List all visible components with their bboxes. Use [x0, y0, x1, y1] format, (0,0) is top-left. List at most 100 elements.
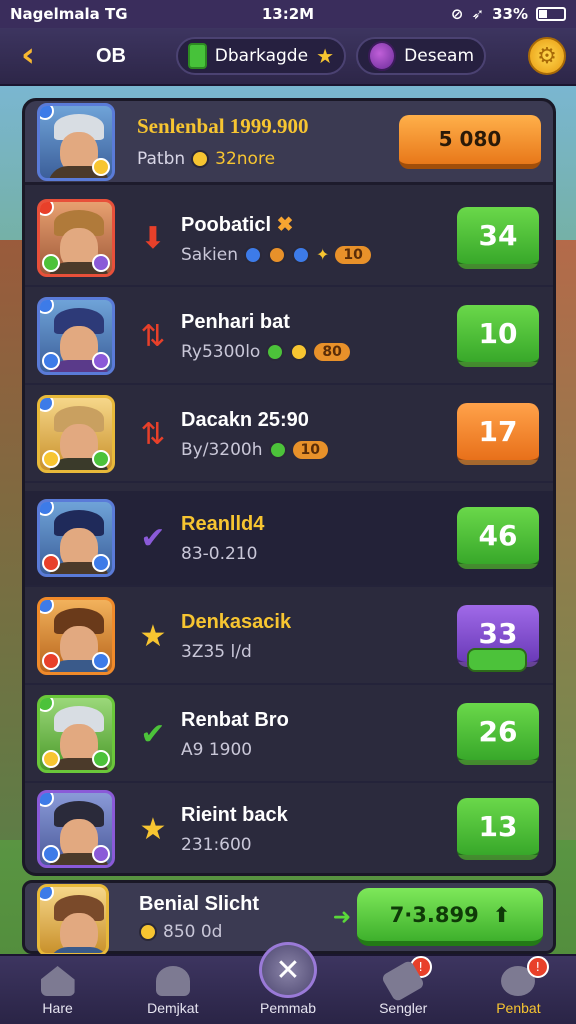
score-button[interactable]: 34 [457, 207, 539, 269]
player-sub-text: By/3200h [181, 439, 263, 460]
player-row[interactable]: ⇅ Dacakn 25:90 By/3200h 10 17 [25, 387, 553, 483]
arrow-right-icon: ➜ [332, 904, 351, 930]
player-avatar[interactable] [37, 499, 115, 577]
player-avatar[interactable] [37, 199, 115, 277]
player-sub: 3Z35 l/d [181, 642, 457, 662]
star-icon: ✦ [316, 245, 330, 264]
player-avatar[interactable] [37, 395, 115, 473]
nav-label: Sengler [379, 1000, 428, 1016]
score-value: 33 [478, 617, 518, 650]
pill-1-label: Dbarkagde [214, 46, 309, 66]
badge-icon [40, 300, 54, 314]
badge-icon [42, 845, 60, 863]
player-tag: 10 [292, 440, 328, 459]
player-name: Reanlld4 [181, 512, 265, 535]
badge-icon [40, 398, 54, 412]
nav-item-profile[interactable]: Demjkat [115, 956, 230, 1024]
player-name: Poobaticl ✖ [181, 213, 294, 236]
signal-icon: ⊘ [450, 5, 464, 23]
status-icons: ⊘ ➶ 33% [381, 5, 566, 23]
battery-icon [535, 7, 566, 21]
player-row[interactable]: ⇅ Penhari bat Ry5300lo 80 10 [25, 289, 553, 385]
player-sub: Ry5300lo 80 [181, 342, 457, 362]
coin-icon [139, 922, 157, 941]
player-avatar[interactable] [37, 790, 115, 868]
badge-icon [42, 750, 60, 768]
header-action-button[interactable]: 5 080 [399, 114, 541, 169]
player-sub: By/3200h 10 [181, 440, 457, 460]
header-name: Senlenbal 1999.900 [137, 114, 309, 138]
battery-percent: 33% [492, 5, 528, 23]
header-sub-label: Patbn [137, 149, 186, 169]
nav-item-tools[interactable]: ! Sengler [346, 956, 461, 1024]
currency-pill-gems[interactable]: Dbarkagde ★ [176, 37, 346, 75]
nav-label: Demjkat [147, 1000, 199, 1016]
chevron-left-icon: ‹ [20, 35, 35, 75]
leaderboard-panel: Senlenbal 1999.900 Patbn 32nore 5 080 ⬇ … [22, 98, 556, 876]
self-sub: 850 0d [139, 922, 333, 942]
player-name: Denkasacik [181, 610, 292, 633]
nav-label: Pemmab [259, 1000, 317, 1016]
coin-icon [292, 245, 311, 264]
nav-item-chat[interactable]: ! Penbat [461, 956, 576, 1024]
player-avatar[interactable] [37, 597, 115, 675]
player-info: Rieint back 231:600 [173, 804, 457, 855]
coin-icon [290, 342, 309, 361]
badge-icon [92, 450, 110, 468]
score-button[interactable]: 33 [457, 605, 539, 672]
currency-pill-season[interactable]: Deseam [356, 37, 486, 75]
badge-icon [92, 845, 110, 863]
player-avatar[interactable] [37, 297, 115, 375]
person-icon [155, 966, 190, 996]
player-sub: A9 1900 [181, 740, 457, 760]
orb-icon [368, 41, 397, 71]
notification-badge: ! [526, 956, 549, 978]
star-icon: ★ [139, 618, 167, 654]
player-row[interactable]: ✔ Reanlld4 83-0.210 46 [25, 491, 553, 587]
nav-label: Hare [42, 1000, 73, 1016]
settings-button[interactable]: ⚙ [528, 37, 566, 75]
location-icon: ➶ [471, 5, 485, 23]
coin-icon [268, 245, 287, 264]
star-icon: ★ [316, 44, 334, 68]
badge-icon [92, 157, 110, 176]
back-button[interactable]: ‹ [10, 38, 46, 74]
player-row[interactable]: ★ Denkasacik 3Z35 l/d 33 [25, 589, 553, 685]
badge-icon [40, 202, 54, 216]
badge-icon [92, 352, 110, 370]
gear-icon: ⚙ [537, 43, 557, 69]
background-scenery-left [0, 240, 24, 840]
player-row[interactable]: ★ Rieint back 231:600 13 [25, 781, 553, 877]
player-name: Renbat Bro [181, 708, 289, 731]
player-avatar[interactable] [37, 695, 115, 773]
badge-icon [42, 554, 60, 572]
nav-item-center[interactable]: ✕ Pemmab [230, 942, 345, 1024]
check-icon: ✔ [140, 716, 166, 752]
status-bar: Nagelmala TG 13:2M ⊘ ➶ 33% [0, 0, 576, 28]
header-info: Senlenbal 1999.900 Patbn 32nore [115, 114, 399, 169]
check-icon: ✔ [140, 520, 166, 556]
player-row[interactable]: ⬇ Poobaticl ✖ Sakien ✦ 10 34 [25, 191, 553, 287]
player-row[interactable]: ✔ Renbat Bro A9 1900 26 [25, 687, 553, 783]
score-button[interactable]: 17 [457, 403, 539, 465]
score-button[interactable]: 13 [457, 798, 539, 860]
player-tag: 80 [314, 342, 350, 361]
nav-item-home[interactable]: Hare [0, 956, 115, 1024]
self-info: Benial Slicht 850 0d [109, 893, 333, 942]
bow-icon: ✖ [276, 213, 294, 236]
score-button[interactable]: 46 [457, 507, 539, 569]
header-sub: Patbn 32nore [137, 149, 399, 169]
header-avatar[interactable] [37, 102, 115, 181]
arrow-up-icon: ⬆ [492, 902, 511, 927]
score-button[interactable]: 10 [457, 305, 539, 367]
player-sub-text: Sakien [181, 244, 239, 265]
badge-icon [92, 652, 110, 670]
claim-button[interactable]: 7·3.899 ⬆ [357, 888, 543, 946]
page-title: OB [96, 44, 126, 67]
self-avatar[interactable] [37, 884, 109, 956]
rank-change-icon: ⇅ [140, 318, 166, 354]
player-sub-text: A9 1900 [181, 739, 253, 760]
player-info: Denkasacik 3Z35 l/d [173, 611, 457, 662]
score-button[interactable]: 26 [457, 703, 539, 765]
badge-icon [42, 254, 60, 272]
